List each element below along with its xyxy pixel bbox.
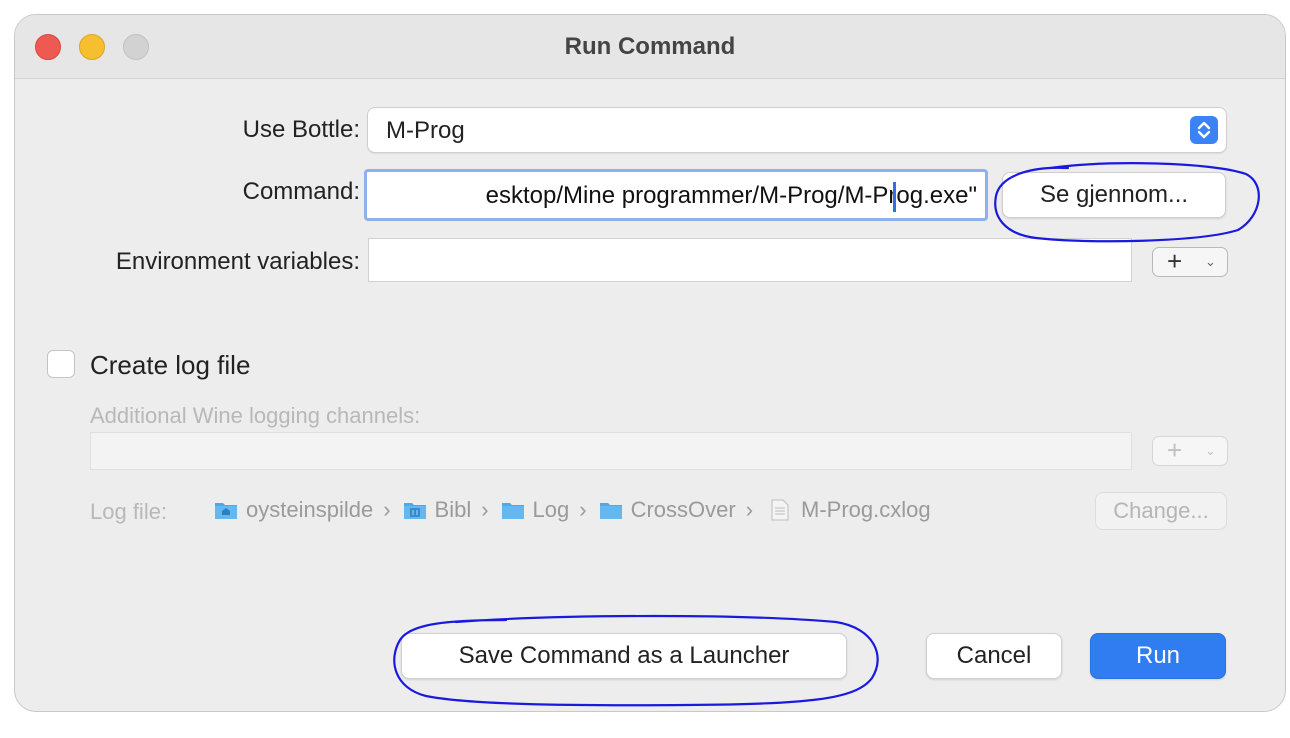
bottle-select-value: M-Prog: [386, 117, 465, 144]
path-crumb-label: CrossOver: [630, 497, 736, 522]
plus-icon: +: [1167, 435, 1183, 465]
chevron-down-icon: ⌄: [1205, 254, 1216, 269]
browse-button[interactable]: Se gjennom...: [1002, 172, 1226, 218]
create-log-checkbox[interactable]: [47, 350, 75, 378]
path-crumb-label: oysteinspilde: [246, 497, 374, 522]
path-crumb-home[interactable]: oysteinspilde: [214, 497, 373, 523]
log-file-path: oysteinspilde › Bibl › Log › CrossOver ›…: [214, 495, 931, 525]
path-crumb-file[interactable]: M-Prog.cxlog: [765, 497, 931, 523]
plus-icon: +: [1167, 246, 1183, 276]
path-crumb-logs[interactable]: Log: [501, 497, 570, 523]
log-file-name: M-Prog.cxlog: [801, 497, 931, 522]
window-title: Run Command: [564, 33, 736, 60]
bottle-label: Use Bottle:: [242, 116, 360, 143]
title-bar: Run Command: [15, 15, 1285, 79]
chevron-right-icon: ›: [579, 497, 587, 522]
wine-channels-input[interactable]: [90, 432, 1132, 470]
folder-icon: [501, 503, 524, 519]
path-crumb-label: Bibl: [434, 497, 472, 522]
env-variables-input[interactable]: [368, 238, 1132, 282]
library-folder-icon: [403, 503, 426, 519]
cancel-button[interactable]: Cancel: [926, 633, 1062, 679]
save-as-launcher-button[interactable]: Save Command as a Launcher: [401, 633, 847, 679]
chevron-right-icon: ›: [481, 497, 489, 522]
command-input-value: esktop/Mine programmer/M-Prog/M-Prog.exe…: [485, 182, 977, 209]
path-crumb-crossover[interactable]: CrossOver: [599, 497, 736, 523]
command-label: Command:: [242, 178, 360, 205]
env-variables-label: Environment variables:: [115, 248, 360, 275]
run-button[interactable]: Run: [1090, 633, 1226, 679]
path-crumb-label: Log: [532, 497, 570, 522]
wine-channels-label: Additional Wine logging channels:: [90, 403, 421, 428]
change-log-file-button[interactable]: Change...: [1095, 492, 1227, 530]
document-icon: [771, 499, 789, 521]
bottle-select[interactable]: M-Prog: [367, 107, 1227, 153]
channels-add-button[interactable]: + ⌄: [1152, 435, 1228, 466]
create-log-label: Create log file: [90, 350, 251, 380]
chevron-right-icon: ›: [383, 497, 391, 522]
updown-chevron-icon: [1190, 116, 1218, 144]
env-add-button[interactable]: + ⌄: [1152, 246, 1228, 277]
chevron-right-icon: ›: [745, 497, 754, 522]
text-caret: [893, 182, 896, 212]
command-input[interactable]: esktop/Mine programmer/M-Prog/M-Prog.exe…: [364, 169, 988, 221]
home-folder-icon: [215, 503, 237, 519]
log-file-label: Log file:: [90, 499, 168, 524]
path-crumb-library[interactable]: Bibl: [403, 497, 472, 523]
folder-icon: [599, 503, 622, 519]
chevron-down-icon: ⌄: [1205, 443, 1216, 458]
